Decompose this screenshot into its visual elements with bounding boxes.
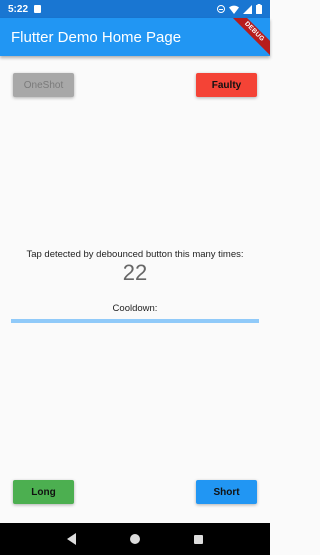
cooldown-label: Cooldown: (112, 303, 158, 314)
status-time: 5:22 (8, 3, 29, 15)
cooldown-progress-fill (11, 319, 259, 323)
tap-count-value: 22 (122, 260, 148, 285)
home-icon (129, 534, 140, 544)
faulty-button[interactable]: Faulty (196, 73, 257, 97)
battery-icon (256, 4, 262, 14)
long-button[interactable]: Long (13, 480, 74, 504)
do-not-disturb-icon (217, 5, 225, 13)
cooldown-progress-bar (11, 319, 259, 323)
signal-icon (243, 4, 252, 14)
tap-count-label: Tap detected by debounced button this ma… (26, 249, 244, 260)
nav-back-button[interactable] (60, 527, 84, 551)
system-nav-bar (0, 523, 270, 555)
oneshot-button[interactable]: OneShot (13, 73, 74, 97)
nav-recents-button[interactable] (186, 527, 210, 551)
app-bar: Flutter Demo Home Page DEBUG (0, 18, 270, 56)
status-bar: 5:22 (0, 0, 270, 18)
debug-banner: DEBUG (229, 18, 270, 56)
nav-home-button[interactable] (123, 527, 147, 551)
sd-card-icon (34, 5, 42, 13)
short-button[interactable]: Short (196, 480, 257, 504)
status-icons (217, 4, 262, 14)
recents-icon (193, 534, 203, 544)
wifi-icon (229, 5, 239, 14)
back-icon (67, 533, 77, 545)
app-bar-title: Flutter Demo Home Page (11, 28, 182, 46)
